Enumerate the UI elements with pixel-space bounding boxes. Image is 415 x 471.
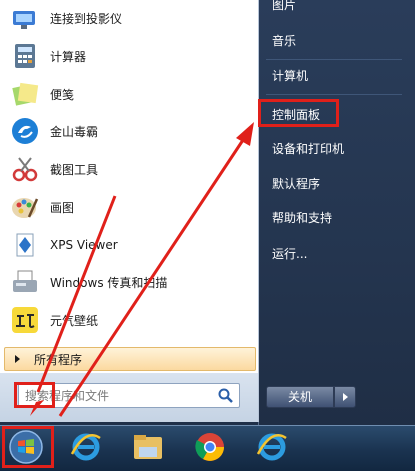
- arrow-line: [58, 139, 245, 417]
- arrow-line: [36, 195, 117, 393]
- annotation-arrows: [30, 122, 254, 417]
- arrow-head: [30, 400, 44, 416]
- arrow-head: [236, 122, 254, 146]
